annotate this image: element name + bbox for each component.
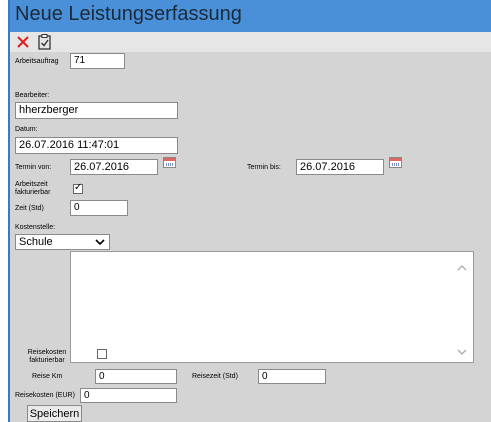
arbeitszeit-label: Arbeitszeit — [15, 181, 48, 188]
reisekosten-fakturierbar-label-2: fakturierbar — [29, 357, 65, 364]
kostenstelle-value: Schule — [19, 236, 53, 248]
form-panel — [10, 32, 491, 422]
scroll-down-icon[interactable] — [457, 348, 467, 356]
calendar-icon[interactable] — [163, 157, 176, 168]
arbeitsauftrag-input[interactable]: 71 — [70, 53, 125, 69]
termin-von-input[interactable]: 26.07.2016 — [70, 159, 158, 175]
close-icon[interactable] — [15, 33, 33, 51]
arbeitsauftrag-label: Arbeitsauftrag — [15, 58, 59, 65]
termin-von-label: Termin von: — [15, 164, 52, 171]
page-title: Neue Leistungserfassung — [15, 3, 242, 25]
reisekosten-eur-label: Reisekosten (EUR) — [15, 392, 75, 399]
bearbeiter-input[interactable]: hherzberger — [15, 102, 178, 119]
clipboard-check-icon[interactable] — [36, 33, 54, 51]
zeit-label: Zeit (Std) — [15, 205, 44, 212]
calendar-icon[interactable] — [389, 157, 402, 168]
arbeitszeit-label-2: fakturierbar — [15, 189, 51, 196]
scroll-up-icon[interactable] — [457, 264, 467, 272]
bearbeiter-label: Bearbeiter: — [15, 92, 50, 99]
chevron-down-icon — [95, 239, 105, 246]
reise-km-label: Reise Km — [32, 373, 63, 380]
notes-textarea[interactable] — [70, 251, 474, 363]
reisekosten-fakturierbar-checkbox[interactable] — [97, 349, 107, 359]
datum-input[interactable]: 26.07.2016 11:47:01 — [15, 137, 178, 154]
checkmark-icon: ✓ — [74, 182, 83, 193]
kostenstelle-select[interactable]: Schule — [15, 234, 110, 250]
termin-bis-label: Termin bis: — [247, 164, 281, 171]
reisezeit-input[interactable]: 0 — [258, 369, 326, 384]
reisekosten-fakturierbar-label: Reisekosten — [27, 349, 67, 356]
termin-bis-input[interactable]: 26.07.2016 — [296, 159, 384, 175]
reisekosten-eur-input[interactable]: 0 — [80, 388, 177, 403]
toolbar — [10, 32, 491, 52]
arbeitszeit-fakturierbar-checkbox[interactable]: ✓ — [73, 182, 83, 194]
left-edge — [0, 0, 10, 422]
datum-label: Datum: — [15, 126, 38, 133]
zeit-input[interactable]: 0 — [70, 200, 128, 216]
reise-km-input[interactable]: 0 — [95, 369, 177, 384]
reisezeit-label: Reisezeit (Std) — [192, 373, 238, 380]
save-button[interactable]: Speichern — [27, 405, 82, 422]
kostenstelle-label: Kostenstelle: — [15, 224, 56, 231]
